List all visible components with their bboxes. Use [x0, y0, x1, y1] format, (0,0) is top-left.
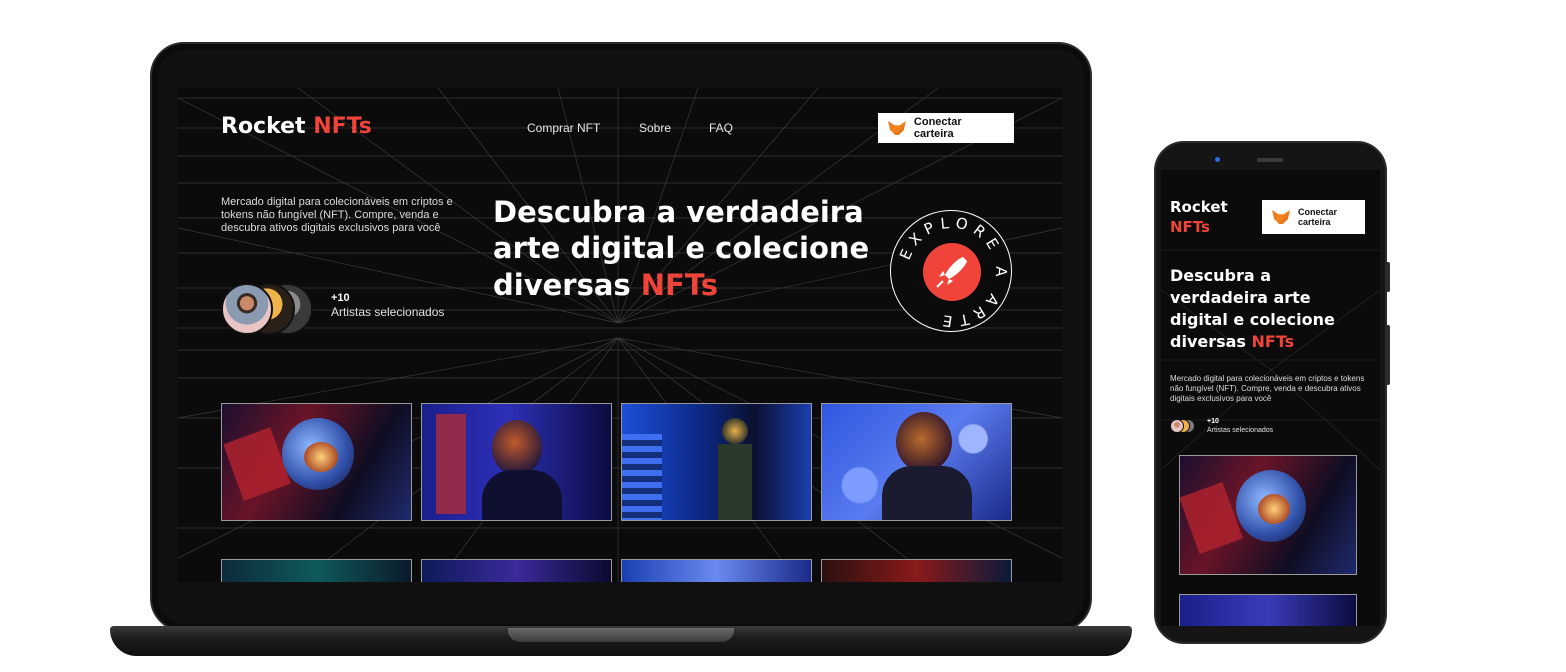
explore-badge[interactable]: EXPLORE A ARTE — [890, 210, 1012, 332]
nft-card[interactable] — [621, 403, 812, 521]
nft-artwork — [822, 404, 1011, 520]
nft-artwork — [622, 404, 811, 520]
nft-card[interactable] — [421, 559, 612, 582]
brand-accent: NFTs — [313, 114, 372, 139]
mobile-hero-description: Mercado digital para colecionáveis em cr… — [1170, 374, 1365, 403]
artist-count: +10 — [331, 292, 350, 304]
nft-artwork — [622, 560, 811, 582]
mobile-hero-title: Descubra a verdadeira arte digital e col… — [1170, 265, 1366, 353]
nft-card[interactable] — [821, 559, 1012, 582]
metamask-fox-icon — [888, 121, 906, 135]
nft-artwork — [222, 404, 411, 520]
nft-card[interactable] — [821, 403, 1012, 521]
hero-title-accent: NFTs — [640, 267, 719, 302]
nft-artwork — [822, 560, 1011, 582]
mobile-brand-logo[interactable]: Rocket NFTs — [1170, 198, 1240, 237]
mobile-hero-title-accent: NFTs — [1251, 332, 1295, 352]
mobile-brand-name: Rocket — [1170, 198, 1228, 216]
mobile-connect-wallet-button[interactable]: Conectar carteira — [1262, 200, 1365, 234]
mobile-artist-avatars — [1170, 419, 1195, 433]
mobile-brand-accent: NFTs — [1170, 217, 1210, 236]
mobile-screen: Rocket NFTs Conectar carteira Descubra a… — [1161, 170, 1380, 626]
camera-icon — [1215, 157, 1220, 162]
phone-side-button — [1386, 325, 1390, 385]
nft-artwork — [1180, 595, 1356, 626]
mobile-artist-label: Artistas selecionados — [1207, 427, 1274, 434]
desktop-screen: Rocket NFTs Comprar NFT Sobre FAQ Conect… — [178, 88, 1062, 582]
nft-card[interactable] — [621, 559, 812, 582]
avatar — [1170, 419, 1184, 433]
nft-artwork — [422, 560, 611, 582]
connect-wallet-label: Conectar carteira — [913, 116, 962, 140]
laptop-hinge — [508, 628, 734, 642]
nft-card[interactable] — [421, 403, 612, 521]
mobile-nft-card[interactable] — [1179, 455, 1357, 575]
avatar — [221, 283, 273, 335]
mobile-nft-card[interactable] — [1179, 594, 1357, 626]
phone-side-button — [1386, 262, 1390, 292]
brand-logo[interactable]: Rocket NFTs — [221, 114, 372, 139]
artist-avatars — [221, 283, 313, 335]
nft-artwork — [422, 404, 611, 520]
nav-faq[interactable]: FAQ — [709, 121, 733, 135]
nft-artwork — [222, 560, 411, 582]
hero-description: Mercado digital para colecionáveis em cr… — [221, 196, 453, 234]
metamask-fox-icon — [1272, 210, 1290, 224]
rocket-icon — [923, 243, 981, 301]
nav-sobre[interactable]: Sobre — [639, 121, 671, 135]
mobile-artist-count: +10 — [1207, 418, 1219, 425]
nft-artwork — [1180, 456, 1356, 574]
nav-comprar-nft[interactable]: Comprar NFT — [527, 121, 600, 135]
phone-speaker — [1257, 158, 1283, 162]
nft-card[interactable] — [221, 559, 412, 582]
nft-card[interactable] — [221, 403, 412, 521]
connect-wallet-button[interactable]: Conectar carteira — [878, 113, 1014, 143]
mobile-connect-wallet-label: Conectar carteira — [1298, 206, 1338, 227]
hero-title: Descubra a verdadeira arte digital e col… — [493, 194, 883, 303]
artist-label: Artistas selecionados — [331, 305, 445, 319]
brand-name: Rocket — [221, 114, 306, 139]
